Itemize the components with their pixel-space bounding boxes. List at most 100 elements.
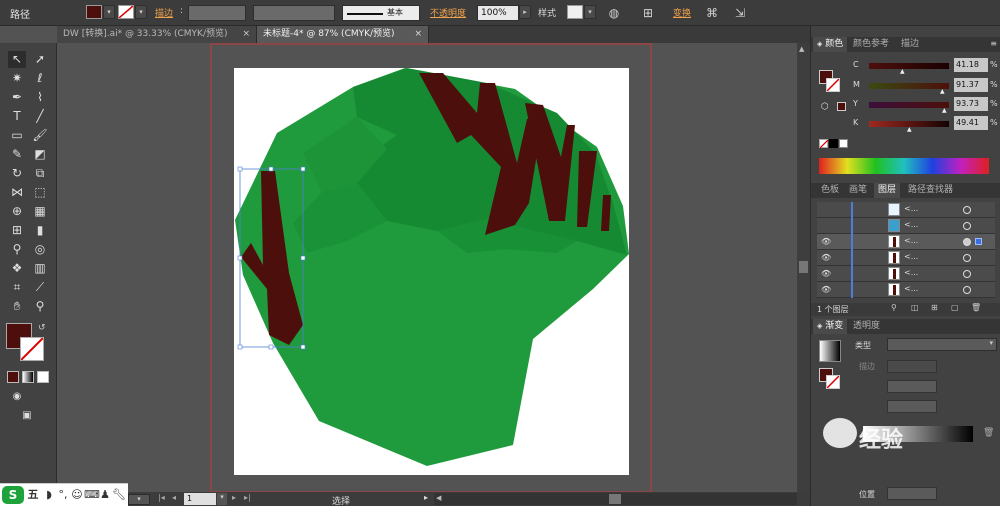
keyboard-icon[interactable]: ⌨ [84,488,100,502]
gradient-angle-field[interactable] [887,380,937,393]
layer-target-icon[interactable] [963,238,971,246]
shape-builder-tool-icon[interactable]: ⊕ [8,203,26,220]
color-stroke-swatch[interactable] [826,78,840,92]
opacity-field[interactable]: 100% [477,5,519,21]
close-icon[interactable]: × [414,26,422,43]
opacity-dropdown[interactable]: ▸ [519,5,531,19]
horizontal-scroll-thumb[interactable] [609,494,621,504]
stroke-swatch[interactable] [118,5,134,19]
handle-bottom-right[interactable] [300,344,306,350]
delete-stop-icon[interactable]: 🗑︎ [983,428,994,438]
wrench-icon[interactable]: 🔧︎ [112,488,126,502]
tab-document-2[interactable]: 未标题-4* @ 87% (CMYK/预览) × [257,26,429,43]
gradient-tool-icon[interactable]: ▮ [31,222,49,239]
next-page-icon[interactable]: ▸ [232,493,236,502]
color-mode-icon[interactable] [7,371,19,383]
black-slider-thumb[interactable]: ▲ [907,126,912,133]
handle-top-right[interactable] [300,166,306,172]
scale-tool-icon[interactable]: ⧉ [31,165,49,182]
close-icon[interactable]: × [242,26,250,43]
zoom-dropdown[interactable]: ▾ [128,494,150,505]
yellow-value-field[interactable]: 93.73 [954,97,988,111]
cyan-value-field[interactable]: 41.18 [954,58,988,72]
black-value-field[interactable]: 49.41 [954,116,988,130]
tab-gradient[interactable]: ◈ 渐变 [813,319,848,334]
handle-bottom[interactable] [268,344,274,350]
handle-top[interactable] [268,166,274,172]
variable-width-field[interactable] [253,5,335,21]
visibility-eye-icon[interactable]: 👁︎ [821,269,831,278]
slice-tool-icon[interactable]: ⟋ [31,279,49,296]
gradient-type-dropdown[interactable]: ▾ [887,338,997,351]
stroke-weight-field[interactable] [188,5,246,21]
white-color-chip[interactable] [839,139,848,148]
artboard-tool-icon[interactable]: ⌗ [8,279,26,296]
status-arrow-icon[interactable]: ▸ [424,493,428,502]
layer-row[interactable]: 👁︎ <... [817,282,995,298]
tab-color-guide[interactable]: 颜色参考 [849,37,893,52]
prev-page-icon[interactable]: ◂ [172,493,176,502]
visibility-eye-icon[interactable]: 👁︎ [821,253,831,262]
selection-tool-icon[interactable]: ↖ [8,51,26,68]
draw-mode-icon[interactable]: ◉ [8,388,26,405]
skin-icon[interactable]: ♟ [98,488,112,502]
tab-transparency[interactable]: 透明度 [849,319,884,334]
handle-right[interactable] [300,255,306,261]
input-mode-icon[interactable]: 五 [26,488,40,502]
blend-tool-icon[interactable]: ◎ [31,241,49,258]
eraser-tool-icon[interactable]: ◩ [31,146,49,163]
gradient-stroke-swatch[interactable] [826,375,840,389]
pen-tool-icon[interactable]: ✒ [8,89,26,106]
free-transform-tool-icon[interactable]: ⬚ [31,184,49,201]
tab-color[interactable]: ◈ 颜色 [813,37,848,52]
layer-row[interactable]: 👁︎ <... [817,234,995,250]
out-of-gamut-icon[interactable]: ⬡ [821,102,829,112]
handle-bottom-left[interactable] [237,344,243,350]
locate-object-icon[interactable]: ⚲ [891,303,897,312]
rotate-tool-icon[interactable]: ↻ [8,165,26,182]
swap-icon[interactable]: ↺ [38,323,46,333]
fill-swatch[interactable] [86,5,102,19]
none-color-icon[interactable] [819,139,829,149]
half-width-icon[interactable]: ◗ [42,488,56,502]
visibility-eye-icon[interactable]: 👁︎ [821,237,831,246]
tab-layers[interactable]: 图层 [874,183,901,198]
make-clipping-mask-icon[interactable]: ◫ [911,303,919,312]
style-dropdown[interactable]: ▾ [584,5,596,19]
new-layer-icon[interactable]: ▢ [951,303,959,312]
magenta-value-field[interactable]: 91.37 [954,78,988,92]
mesh-tool-icon[interactable]: ⊞ [8,222,26,239]
line-tool-icon[interactable]: ╱ [31,108,49,125]
magenta-slider-thumb[interactable]: ▲ [940,88,945,95]
magic-wand-tool-icon[interactable]: ✷ [8,70,26,87]
rectangle-tool-icon[interactable]: ▭ [8,127,26,144]
isolate-icon[interactable]: ⌘ [704,5,720,21]
gradient-preview[interactable] [819,340,841,362]
width-tool-icon[interactable]: ⋈ [8,184,26,201]
handle-left[interactable] [237,255,243,261]
tab-document-1[interactable]: DW [转换].ai* @ 33.33% (CMYK/预览) × [57,26,257,43]
black-color-chip[interactable] [829,139,838,148]
tab-brushes[interactable]: 画笔 [845,183,871,198]
layer-row[interactable]: 👁︎ <... [817,266,995,282]
transform-link[interactable]: 变换 [673,6,691,19]
yellow-slider-thumb[interactable]: ▲ [942,107,947,114]
none-mode-icon[interactable] [37,371,49,383]
type-tool-icon[interactable]: T [8,108,26,125]
screen-mode-icon[interactable]: ▣ [18,407,36,424]
tab-swatches[interactable]: 色板 [817,183,843,198]
yellow-slider[interactable] [869,102,949,108]
new-sublayer-icon[interactable]: ⊞ [931,303,938,312]
panel-menu-icon[interactable]: ≡ [990,39,997,48]
layer-target-icon[interactable] [963,286,971,294]
align-icon[interactable]: ⊞ [640,5,656,21]
punctuation-icon[interactable]: °, [56,488,70,502]
zoom-tool-icon[interactable]: ⚲ [31,298,49,315]
stroke-dropdown[interactable]: ▾ [135,5,147,19]
page-number-field[interactable]: 1 [184,493,216,505]
tab-pathfinder[interactable]: 路径查找器 [904,183,957,198]
stroke-label[interactable]: 描边 [155,6,173,19]
style-swatch[interactable] [567,5,583,19]
gradient-position-field[interactable] [887,487,937,500]
perspective-grid-tool-icon[interactable]: ▦ [31,203,49,220]
